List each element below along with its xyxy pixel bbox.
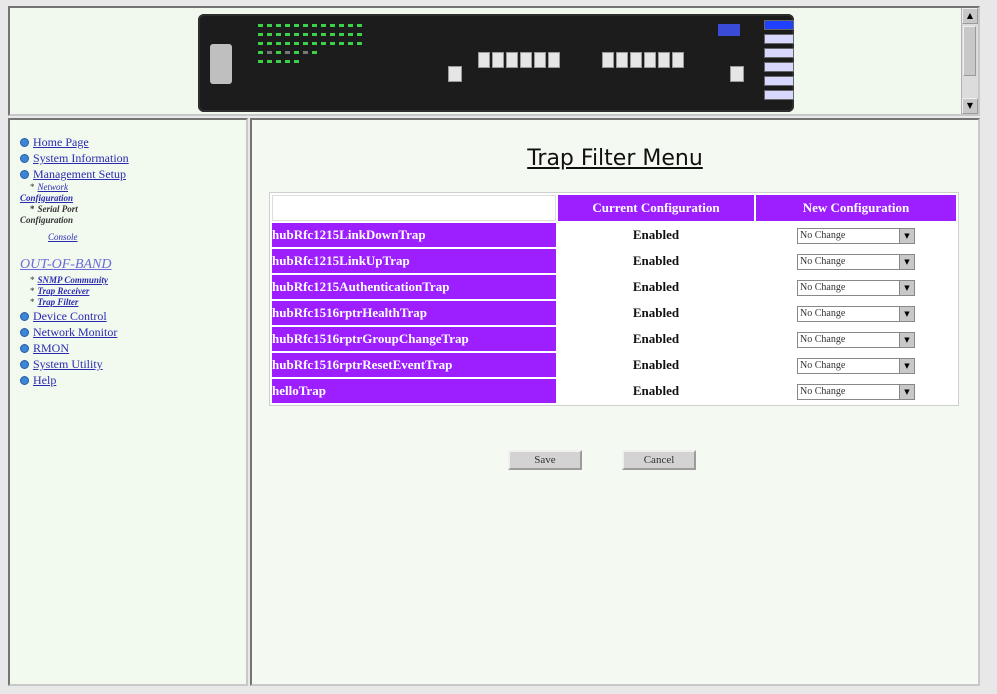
- trap-name: hubRfc1516rptrHealthTrap: [272, 301, 556, 325]
- new-config-select[interactable]: No Change ▼: [797, 357, 915, 374]
- port-group-2: [602, 52, 684, 68]
- status-led-grid: [258, 24, 388, 108]
- trap-name: hubRfc1516rptrGroupChangeTrap: [272, 327, 556, 351]
- nav-system-information[interactable]: System Information: [20, 150, 129, 166]
- nav-management-setup[interactable]: Management Setup: [20, 166, 129, 182]
- chevron-down-icon[interactable]: ▼: [899, 254, 914, 269]
- chevron-down-icon[interactable]: ▼: [899, 384, 914, 399]
- trap-name: helloTrap: [272, 379, 556, 403]
- current-value: Enabled: [558, 249, 754, 273]
- chevron-down-icon[interactable]: ▼: [899, 280, 914, 295]
- bullet-icon: [20, 311, 29, 321]
- header-blank-cell: [272, 195, 556, 221]
- trap-filter-table: Current Configuration New Configuration …: [269, 192, 959, 406]
- top-frame-scrollbar[interactable]: ▲ ▼: [961, 8, 978, 114]
- current-value: Enabled: [558, 379, 754, 403]
- table-row: hubRfc1215LinkUpTrap Enabled No Change ▼: [272, 249, 956, 273]
- switch-front-panel-image: [198, 14, 794, 112]
- nav-network-monitor[interactable]: Network Monitor: [20, 324, 129, 340]
- chevron-down-icon[interactable]: ▼: [899, 332, 914, 347]
- current-value: Enabled: [558, 327, 754, 351]
- bullet-icon: [20, 169, 29, 179]
- brand-logo: [718, 24, 740, 36]
- new-config-select[interactable]: No Change ▼: [797, 331, 915, 348]
- nav-console[interactable]: Console: [48, 232, 78, 242]
- nav-serial-port: * Serial Port: [30, 204, 78, 214]
- trap-name: hubRfc1215LinkUpTrap: [272, 249, 556, 273]
- chevron-down-icon[interactable]: ▼: [899, 228, 914, 243]
- navigation-frame: Home Page System Information Management …: [8, 118, 248, 686]
- nav-device-control[interactable]: Device Control: [20, 308, 129, 324]
- new-config-select[interactable]: No Change ▼: [797, 253, 915, 270]
- mdi-port: [448, 66, 462, 82]
- nav-help[interactable]: Help: [20, 372, 129, 388]
- trap-name: hubRfc1516rptrResetEventTrap: [272, 353, 556, 377]
- save-button[interactable]: Save: [508, 450, 582, 470]
- scroll-down-icon[interactable]: ▼: [962, 98, 978, 114]
- trap-name: hubRfc1215AuthenticationTrap: [272, 275, 556, 299]
- current-value: Enabled: [558, 223, 754, 247]
- chevron-down-icon[interactable]: ▼: [899, 358, 914, 373]
- bullet-icon: [20, 137, 29, 147]
- header-current-configuration: Current Configuration: [558, 195, 754, 221]
- device-banner-frame: ▲ ▼: [8, 6, 980, 116]
- bullet-icon: [20, 153, 29, 163]
- table-row: hubRfc1516rptrResetEventTrap Enabled No …: [272, 353, 956, 377]
- table-row: helloTrap Enabled No Change ▼: [272, 379, 956, 403]
- nav-home-page[interactable]: Home Page: [20, 134, 129, 150]
- bullet-icon: [20, 343, 29, 353]
- table-row: hubRfc1516rptrHealthTrap Enabled No Chan…: [272, 301, 956, 325]
- nav-network-configuration[interactable]: * Network: [20, 182, 129, 193]
- scroll-up-icon[interactable]: ▲: [962, 8, 978, 24]
- nav-serial-configuration-label: Configuration: [20, 215, 74, 225]
- unit-selector: [764, 20, 794, 104]
- nav-snmp-community[interactable]: * SNMP Community: [20, 275, 129, 286]
- new-config-select[interactable]: No Change ▼: [797, 305, 915, 322]
- current-value: Enabled: [558, 301, 754, 325]
- bullet-icon: [20, 327, 29, 337]
- table-row: hubRfc1516rptrGroupChangeTrap Enabled No…: [272, 327, 956, 351]
- nav-out-of-band[interactable]: OUT-OF-BAND: [20, 257, 129, 273]
- current-value: Enabled: [558, 353, 754, 377]
- bullet-icon: [20, 375, 29, 385]
- new-config-select[interactable]: No Change ▼: [797, 227, 915, 244]
- table-row: hubRfc1215AuthenticationTrap Enabled No …: [272, 275, 956, 299]
- current-value: Enabled: [558, 275, 754, 299]
- nav-menu: Home Page System Information Management …: [20, 134, 129, 388]
- trap-name: hubRfc1215LinkDownTrap: [272, 223, 556, 247]
- table-row: hubRfc1215LinkDownTrap Enabled No Change…: [272, 223, 956, 247]
- port-group-1: [478, 52, 560, 68]
- bullet-icon: [20, 359, 29, 369]
- nav-trap-filter[interactable]: * Trap Filter: [20, 297, 129, 308]
- new-config-select[interactable]: No Change ▼: [797, 383, 915, 400]
- new-config-select[interactable]: No Change ▼: [797, 279, 915, 296]
- mdi-port-2: [730, 66, 744, 82]
- header-new-configuration: New Configuration: [756, 195, 956, 221]
- table-header-row: Current Configuration New Configuration: [272, 195, 956, 221]
- chevron-down-icon[interactable]: ▼: [899, 306, 914, 321]
- device-power-panel: [210, 44, 232, 84]
- scroll-thumb[interactable]: [963, 26, 976, 76]
- nav-trap-receiver[interactable]: * Trap Receiver: [20, 286, 129, 297]
- nav-system-utility[interactable]: System Utility: [20, 356, 129, 372]
- cancel-button[interactable]: Cancel: [622, 450, 696, 470]
- main-content-frame: Trap Filter Menu Current Configuration N…: [250, 118, 980, 686]
- nav-rmon[interactable]: RMON: [20, 340, 129, 356]
- page-title: Trap Filter Menu: [527, 146, 703, 171]
- nav-network-configuration-label[interactable]: Configuration: [20, 193, 73, 203]
